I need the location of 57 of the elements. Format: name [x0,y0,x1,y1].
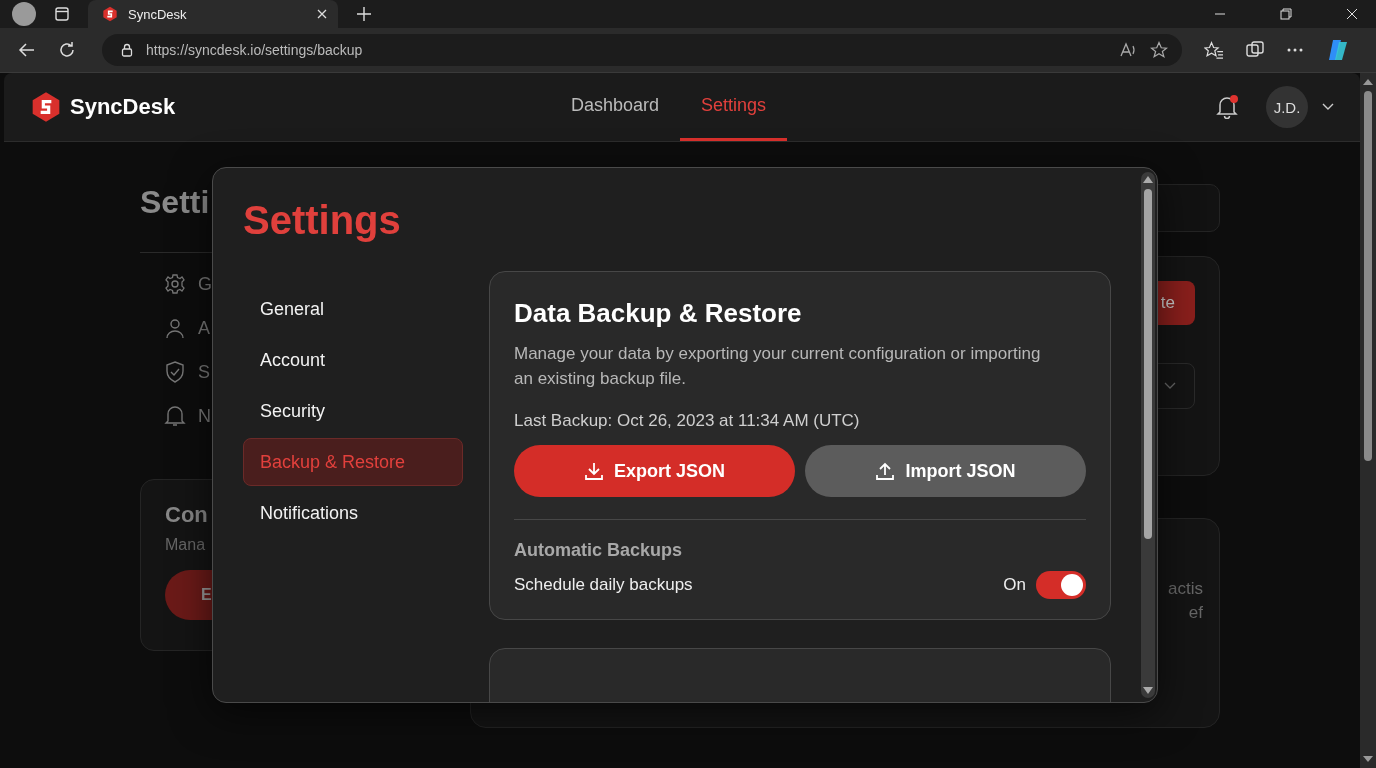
nav-tab[interactable]: Settings [680,73,788,141]
upload-icon [875,461,896,481]
last-backup-text: Last Backup: Oct 26, 2023 at 11:34 AM (UTC) [514,411,861,431]
toggle-state-text: On [1003,575,1026,595]
settings-nav-item[interactable]: General [243,285,463,333]
user-avatar[interactable]: J.D. [1266,86,1308,128]
restore-icon[interactable] [1280,8,1292,20]
copilot-icon[interactable] [1326,38,1350,62]
more-icon[interactable] [1286,47,1304,53]
tab-title: SyncDesk [128,6,188,22]
export-button[interactable]: Export JSON [514,445,795,497]
logo-icon [102,6,118,22]
dialog-scrollbar[interactable] [1141,172,1155,698]
brand-name: SyncDesk [70,94,176,120]
scroll-down-icon[interactable] [1143,687,1153,694]
collections-icon[interactable] [1246,41,1264,59]
star-icon[interactable] [1150,41,1168,59]
refresh-icon[interactable] [58,41,76,59]
address-field[interactable]: https://syncdesk.io/settings/backup [102,34,1182,66]
notification-bell-icon[interactable] [1216,95,1238,119]
logo-icon [30,91,62,123]
tab-actions-icon[interactable] [54,6,70,22]
lock-icon [120,43,134,57]
profile-icon[interactable] [12,2,36,26]
settings-nav-item[interactable]: Security [243,387,463,435]
scroll-down-icon[interactable] [1363,756,1373,762]
person-icon[interactable] [164,317,186,339]
chevron-down-icon [1164,382,1176,390]
panel-text: ef [1188,603,1203,623]
subsection-title: Automatic Backups [514,540,684,561]
gear-icon[interactable] [164,273,186,295]
panel-text: actis [1168,579,1203,599]
section-title: Data Backup & Restore [514,298,803,329]
settings-nav-item[interactable]: Notifications [243,489,463,537]
read-aloud-icon[interactable] [1120,42,1138,58]
scroll-up-icon[interactable] [1363,79,1373,85]
favorites-icon[interactable] [1204,41,1224,59]
card-text: Mana [165,536,206,554]
bell-icon[interactable] [164,405,186,427]
section-description: Manage your data by exporting your current configuration or importing an existing backup file. [514,343,1042,390]
shield-check-icon[interactable] [164,361,186,383]
page-title: Setti [140,184,210,222]
import-button[interactable]: Import JSON [805,445,1086,497]
card-title: Con [165,502,208,528]
page-scrollbar[interactable] [1360,73,1376,768]
chevron-down-icon[interactable] [1322,103,1334,111]
browser-tab[interactable]: SyncDesk [88,0,338,28]
back-icon[interactable] [18,41,36,59]
new-tab-icon[interactable] [356,6,372,22]
dialog-title: Settings [243,198,402,243]
toggle-switch[interactable] [1036,571,1086,599]
close-icon[interactable] [316,8,328,20]
nav-tab[interactable]: Dashboard [550,73,681,141]
setting-label: Schedule daily backups [514,575,694,595]
settings-nav-item[interactable]: Account [243,336,463,384]
close-icon[interactable] [1346,8,1358,20]
download-icon [584,461,604,481]
